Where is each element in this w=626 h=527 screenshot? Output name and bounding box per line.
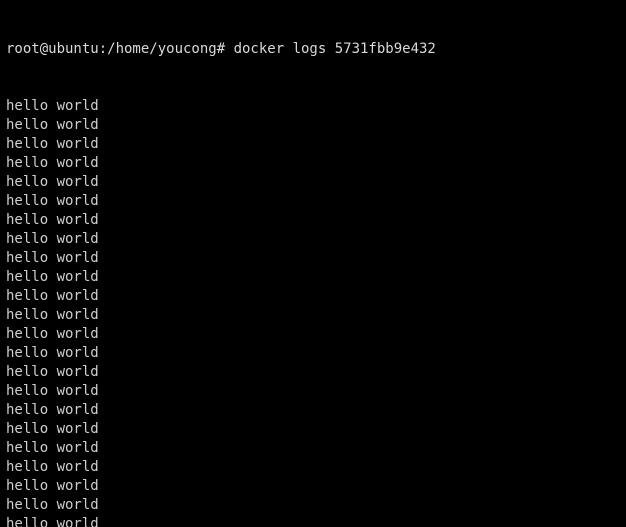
terminal-output-line: hello world bbox=[6, 174, 99, 190]
terminal-output-line: hello world bbox=[6, 250, 99, 266]
terminal-output-line: hello world bbox=[6, 364, 99, 380]
terminal-output-line: hello world bbox=[6, 117, 99, 133]
terminal-output-line: hello world bbox=[6, 326, 99, 342]
terminal-output-line: hello world bbox=[6, 497, 99, 513]
terminal-output-line: hello world bbox=[6, 516, 99, 527]
terminal-output-line: hello world bbox=[6, 136, 99, 152]
terminal-output-line: hello world bbox=[6, 402, 99, 418]
terminal-output-line: hello world bbox=[6, 478, 99, 494]
terminal-screen[interactable]: root@ubuntu:/home/youcong# docker logs 5… bbox=[0, 0, 626, 527]
terminal-prompt-line: root@ubuntu:/home/youcong# docker logs 5… bbox=[6, 41, 436, 57]
terminal-output-line: hello world bbox=[6, 383, 99, 399]
terminal-output-line: hello world bbox=[6, 421, 99, 437]
terminal-output-line: hello world bbox=[6, 193, 99, 209]
terminal-output-line: hello world bbox=[6, 307, 99, 323]
terminal-output-line: hello world bbox=[6, 288, 99, 304]
terminal-output: hello world hello world hello world hello w… bbox=[6, 97, 626, 527]
terminal-output-line: hello world bbox=[6, 440, 99, 456]
terminal-output-line: hello world bbox=[6, 155, 99, 171]
terminal-output-line: hello world bbox=[6, 231, 99, 247]
terminal-output-line: hello world bbox=[6, 459, 99, 475]
terminal-output-line: hello world bbox=[6, 269, 99, 285]
terminal-window[interactable]: root@ubuntu:/home/youcong# docker logs 5… bbox=[0, 0, 626, 527]
terminal-output-line: hello world bbox=[6, 212, 99, 228]
terminal-output-line: hello world bbox=[6, 98, 99, 114]
terminal-output-line: hello world bbox=[6, 345, 99, 361]
